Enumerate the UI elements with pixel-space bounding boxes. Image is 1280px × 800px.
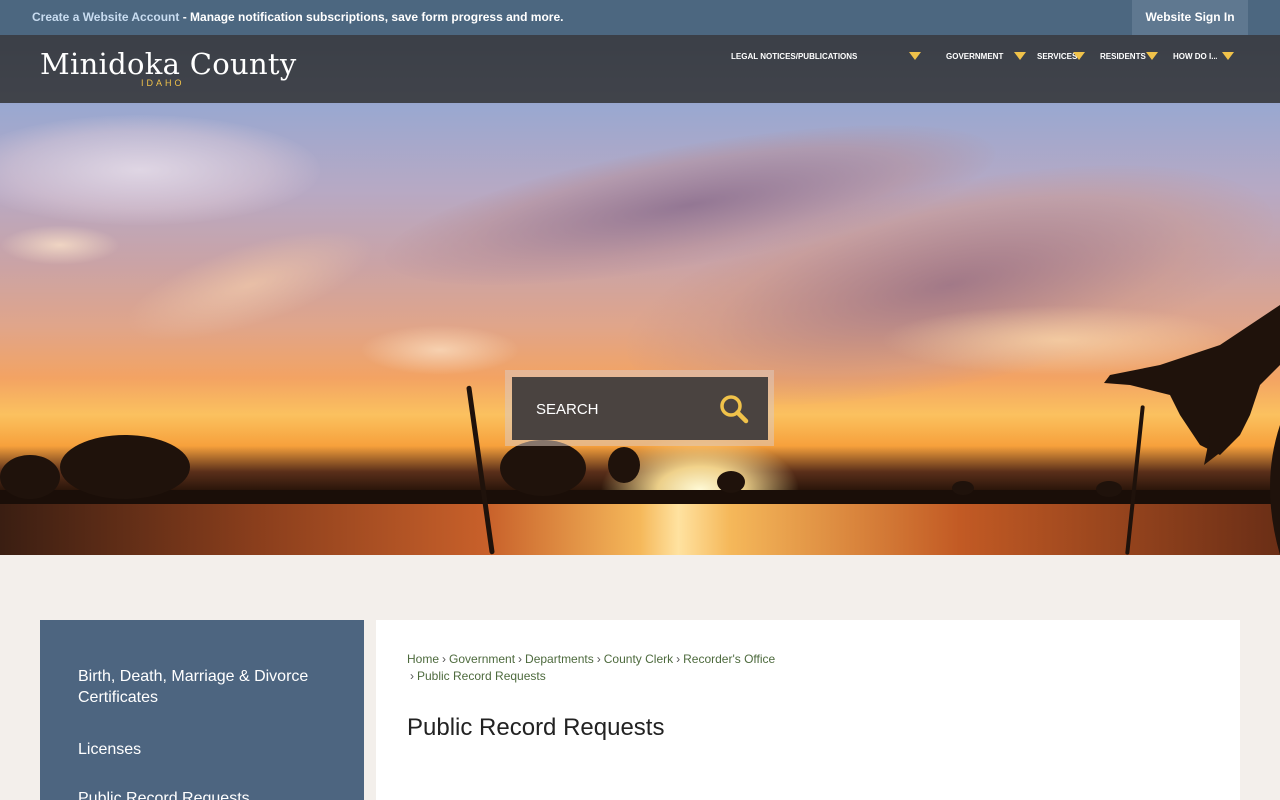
- search-icon: [720, 395, 749, 424]
- tree-silhouette: [0, 455, 60, 499]
- nav-how-do-i[interactable]: HOW DO I...: [1173, 51, 1235, 71]
- chevron-down-icon: [1014, 52, 1026, 60]
- nav-services[interactable]: SERVICES: [1037, 51, 1085, 71]
- hero-banner: Minidoka County IDAHO LEGAL NOTICES/PUBL…: [0, 35, 1280, 555]
- search-button[interactable]: [714, 389, 754, 429]
- sidebar-nav: Birth, Death, Marriage & Divorce Certifi…: [40, 620, 364, 800]
- page-title: Public Record Requests: [407, 714, 665, 741]
- nav-legal-notices[interactable]: LEGAL NOTICES/PUBLICATIONS: [731, 51, 921, 71]
- chevron-down-icon: [1073, 52, 1085, 60]
- sidebar-item-public-record-requests[interactable]: Public Record Requests: [78, 788, 338, 800]
- notification-text: - Manage notification subscriptions, sav…: [179, 10, 564, 24]
- tree-silhouette: [717, 471, 745, 493]
- breadcrumb-county-clerk[interactable]: County Clerk: [604, 652, 673, 666]
- nav-government[interactable]: GOVERNMENT: [946, 51, 1026, 71]
- nav-label: HOW DO I...: [1173, 52, 1217, 61]
- tree-silhouette: [60, 435, 190, 499]
- chevron-down-icon: [1146, 52, 1158, 60]
- river-water: [0, 504, 1280, 555]
- site-header: Minidoka County IDAHO LEGAL NOTICES/PUBL…: [0, 35, 1280, 103]
- website-sign-in-button[interactable]: Website Sign In: [1132, 0, 1248, 35]
- breadcrumb-home[interactable]: Home: [407, 652, 439, 666]
- create-account-link[interactable]: Create a Website Account: [32, 10, 179, 24]
- breadcrumb-departments[interactable]: Departments: [525, 652, 594, 666]
- notification-bar: Create a Website Account - Manage notifi…: [0, 0, 1280, 35]
- sidebar-item-certificates[interactable]: Birth, Death, Marriage & Divorce Certifi…: [78, 666, 338, 708]
- breadcrumb-current[interactable]: Public Record Requests: [417, 669, 546, 683]
- nav-residents[interactable]: RESIDENTS: [1100, 51, 1158, 71]
- search-input[interactable]: [536, 397, 706, 421]
- site-logo-subtitle: IDAHO: [141, 78, 185, 88]
- tree-silhouette: [952, 481, 974, 495]
- chevron-down-icon: [909, 52, 921, 60]
- nav-label: RESIDENTS: [1100, 52, 1146, 61]
- chevron-down-icon: [1222, 52, 1234, 60]
- search-widget: [505, 370, 774, 446]
- breadcrumb: Home › Government › Departments › County Clerk…: [407, 652, 776, 683]
- tree-silhouette: [500, 440, 586, 496]
- breadcrumb-recorders-office[interactable]: Recorder's Office: [683, 652, 775, 666]
- fish-silhouette-icon: [1104, 305, 1280, 555]
- shoreline: [0, 490, 1280, 504]
- site-logo[interactable]: Minidoka County: [40, 47, 297, 81]
- sidebar-item-licenses[interactable]: Licenses: [78, 739, 338, 760]
- breadcrumb-government[interactable]: Government: [449, 652, 515, 666]
- notification-message: Create a Website Account - Manage notifi…: [32, 10, 563, 24]
- main-content: Home › Government › Departments › County Clerk…: [376, 620, 1240, 800]
- tree-silhouette: [608, 447, 640, 483]
- nav-label: GOVERNMENT: [946, 52, 1004, 61]
- search-box: [512, 377, 768, 440]
- nav-label: SERVICES: [1037, 52, 1078, 61]
- nav-label: LEGAL NOTICES/PUBLICATIONS: [731, 52, 858, 61]
